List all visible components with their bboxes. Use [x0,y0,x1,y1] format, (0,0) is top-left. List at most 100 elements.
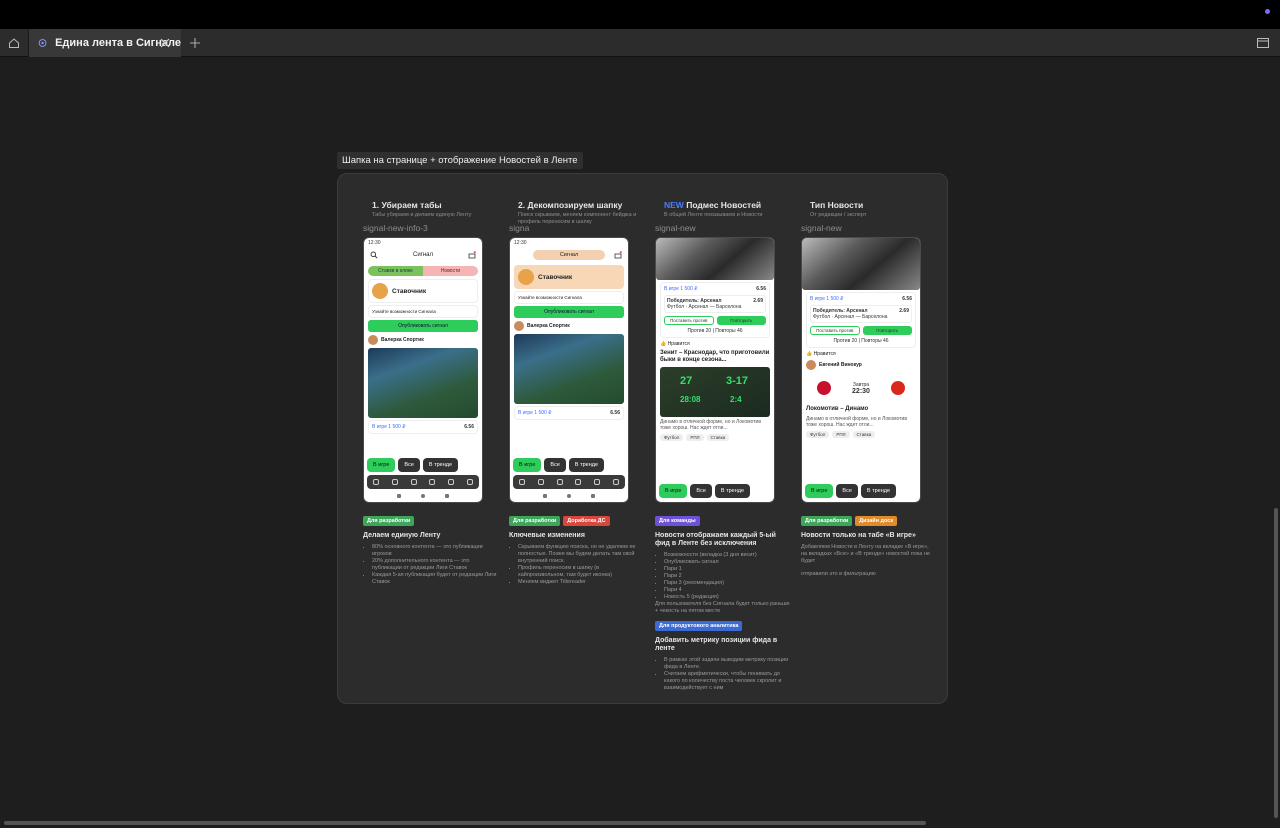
news-tag[interactable]: Футбол [806,431,830,438]
nav-menu-icon[interactable] [466,479,473,485]
system-nav [510,492,628,500]
team-logo-icon [891,381,906,395]
like-button[interactable]: 👍 Нравится [660,341,770,347]
square-icon [543,494,547,498]
nav-book-icon[interactable] [556,479,563,485]
column-header: Тип Новости [810,200,864,210]
promo-card[interactable]: Узнайте возможности Сигнала [368,305,478,318]
nav-signal-icon[interactable] [575,479,582,485]
phone-mockup[interactable]: В игре 1 500 ₽ 6.56 Победитель: Арсенал … [801,237,921,503]
news-tag[interactable]: Ставка [706,434,730,441]
chip-in-game[interactable]: В игре [659,484,688,498]
nav-home-icon[interactable] [519,479,526,485]
chip-trending[interactable]: В тренде [714,484,751,498]
match-value: 2.69 [899,308,909,314]
home-button[interactable] [0,29,29,57]
phone-mockup[interactable]: 12:30 Сигнал Ставочник Узнайте возможнос… [509,237,629,503]
note-item: В рамках этой задачи выводим метрику поз… [664,657,790,671]
layer-label[interactable]: signa [509,223,529,233]
chip-all[interactable]: Все [398,458,420,472]
new-tab-icon[interactable] [188,36,202,50]
odds-label: В игре 1 500 ₽ [372,424,406,430]
layer-label[interactable]: signal-new-info-3 [363,223,428,233]
tab-stakes[interactable]: Ставки в клике [368,266,423,276]
chip-all[interactable]: Все [544,458,566,472]
note-list: Возможности (вкладка (3 дня висит) Опубл… [655,552,790,601]
layer-label[interactable]: signal-new [655,223,696,233]
tag: Для разработки [363,516,415,526]
nav-bets-icon[interactable] [537,479,544,485]
nav-signal-icon[interactable] [429,479,436,485]
column-header-text: Подмес Новостей [686,200,762,210]
column-sub: Табы убираем и делаем единую Ленту [372,212,472,218]
phone-mockup[interactable]: 12:30 Сигнал Ставки в клике Новости Став… [363,237,483,503]
news-tag[interactable]: Футбол [660,434,684,441]
chip-in-game[interactable]: В игре [513,458,542,472]
column-header: 1. Убираем табы [372,200,442,210]
news-tag[interactable]: РПЛ [832,431,850,438]
note-list: 80% основного контента — это публикации … [363,544,498,586]
gift-icon [614,251,622,259]
nav-bets-icon[interactable] [391,479,398,485]
action-buttons: Поставить против Повторить [664,316,766,325]
phone-mockup[interactable]: В игре 1 500 ₽ 6.56 Победитель: Арсенал … [655,237,775,503]
app-header: Сигнал [364,247,482,263]
nav-coupon-icon[interactable] [447,479,454,485]
publish-button[interactable]: Опубликовать сигнал [368,320,478,332]
column-sub: Поиск скрываем, меняем компонент бейджа … [518,212,637,225]
window-top-bar [0,0,1280,29]
vertical-scrollbar[interactable] [1274,508,1278,818]
horizontal-scrollbar[interactable] [4,821,926,825]
chip-trending[interactable]: В тренде [422,458,459,472]
chip-in-game[interactable]: В игре [805,484,834,498]
score-4: 2:4 [730,395,742,404]
panel-icon[interactable] [1256,36,1270,50]
chip-in-game[interactable]: В игре [367,458,396,472]
repeat-button[interactable]: Повторить [716,316,766,325]
news-tag[interactable]: Ставка [852,431,876,438]
odds-label: В игре 1 500 ₽ [664,286,698,292]
column-sub: В общей Ленте показываем и Новости [664,212,763,218]
like-label: Нравится [667,341,690,347]
nav-menu-icon[interactable] [612,479,619,485]
match-value: 2.69 [753,298,763,304]
figjam-icon [38,39,47,47]
note-item: Пари 1 [664,566,790,573]
circle-icon [421,494,425,498]
column-header: NEW Подмес Новостей [664,200,761,210]
post-image [802,238,920,290]
bet-against-button[interactable]: Поставить против [664,316,714,325]
profile-card[interactable]: Ставочник [514,265,624,289]
chip-all[interactable]: Все [690,484,712,498]
note-item: 20% дополнительного контента — это публи… [372,558,498,572]
layer-label[interactable]: signal-new [801,223,842,233]
close-icon[interactable] [158,36,172,50]
tag: Доработка ДС [563,516,610,526]
nav-coupon-icon[interactable] [593,479,600,485]
bet-against-button[interactable]: Поставить против [810,326,860,335]
note-heading: Ключевые изменения [509,532,585,539]
odds-value: 6.56 [610,410,620,416]
chip-all[interactable]: Все [836,484,858,498]
tab-active[interactable]: Едина лента в Сигнале [29,29,181,57]
back-icon [445,494,449,498]
profile-card[interactable]: Ставочник [368,279,478,303]
chip-trending[interactable]: В тренде [860,484,897,498]
odds-value: 6.56 [902,296,912,302]
nav-home-icon[interactable] [373,479,380,485]
tab-news[interactable]: Новости [423,266,478,276]
note-item: Скрываем функцию поиска, но не удаляем е… [518,544,644,565]
chip-trending[interactable]: В тренде [568,458,605,472]
board-frame[interactable]: 1. Убираем табы Табы убираем и делаем ед… [337,173,948,704]
promo-card[interactable]: Узнайте возможности Сигнала [514,291,624,304]
status-time: 12:30 [514,240,527,246]
news-tag[interactable]: РПЛ [686,434,704,441]
odds-value: 6.56 [464,424,474,430]
repeat-button[interactable]: Повторить [862,326,912,335]
frame-title[interactable]: Шапка на странице + отображение Новостей… [337,152,583,169]
like-button[interactable]: 👍 Нравится [806,351,916,357]
nav-book-icon[interactable] [410,479,417,485]
publish-button[interactable]: Опубликовать сигнал [514,306,624,318]
feed-chips: В игре Все В тренде [367,458,459,472]
note-heading: Делаем единую Ленту [363,532,441,539]
